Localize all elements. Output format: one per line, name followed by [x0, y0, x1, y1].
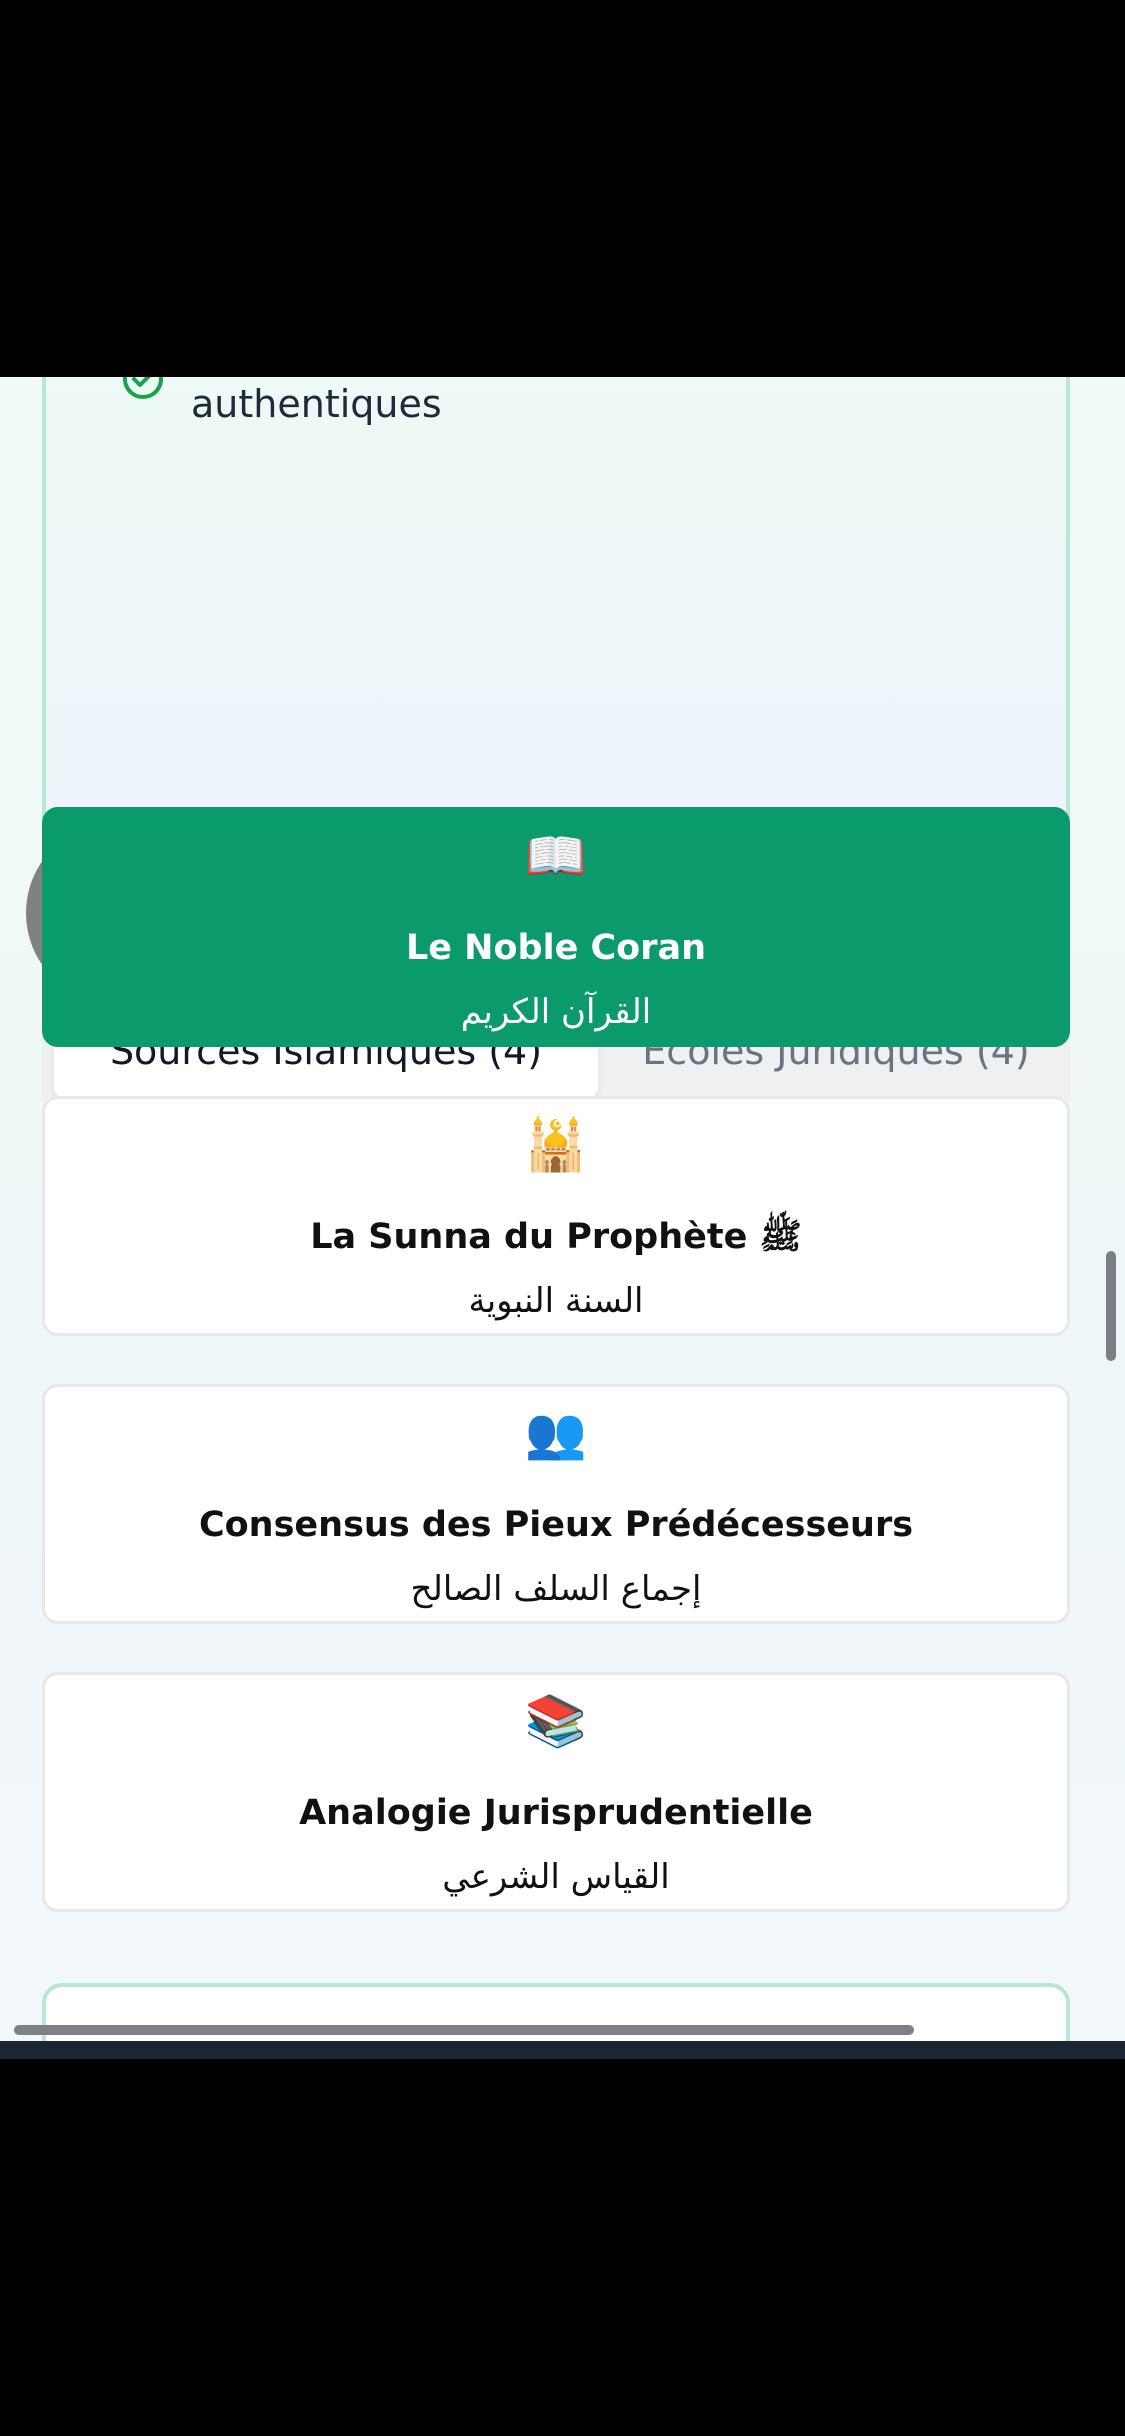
source-card-coran[interactable]: 📖 Le Noble Coran القرآن الكريم	[42, 807, 1070, 1047]
source-card-consensus[interactable]: 👥 Consensus des Pieux Prédécesseurs إجما…	[42, 1384, 1070, 1624]
info-text: authentiques	[191, 382, 442, 426]
source-title: Consensus des Pieux Prédécesseurs	[198, 1505, 914, 1545]
check-circle-icon	[121, 377, 165, 401]
books-icon: 📚	[524, 1692, 588, 1750]
source-arabic-title: إجماع السلف الصالح	[410, 1569, 702, 1609]
source-arabic-title: السنة النبوية	[468, 1281, 644, 1321]
app-screen: Sources Islamiques (4) Écoles Juridiques…	[0, 377, 1125, 2041]
source-title: La Sunna du Prophète ﷺ	[310, 1217, 802, 1257]
source-arabic-title: القياس الشرعي	[442, 1857, 670, 1897]
horizontal-scroll-indicator[interactable]	[14, 2025, 914, 2035]
source-card-sunna[interactable]: 🕌 La Sunna du Prophète ﷺ السنة النبوية	[42, 1096, 1070, 1336]
vertical-scroll-indicator[interactable]	[1106, 1251, 1116, 1361]
open-book-icon: 📖	[524, 827, 588, 885]
source-title: Analogie Jurisprudentielle	[299, 1793, 813, 1833]
source-title: Le Noble Coran	[405, 928, 707, 968]
source-card-analogie[interactable]: 📚 Analogie Jurisprudentielle القياس الشر…	[42, 1672, 1070, 1912]
source-arabic-title: القرآن الكريم	[460, 992, 652, 1032]
mosque-icon: 🕌	[524, 1116, 588, 1174]
screen-bottom-edge	[0, 2041, 1125, 2059]
people-icon: 👥	[524, 1404, 588, 1462]
